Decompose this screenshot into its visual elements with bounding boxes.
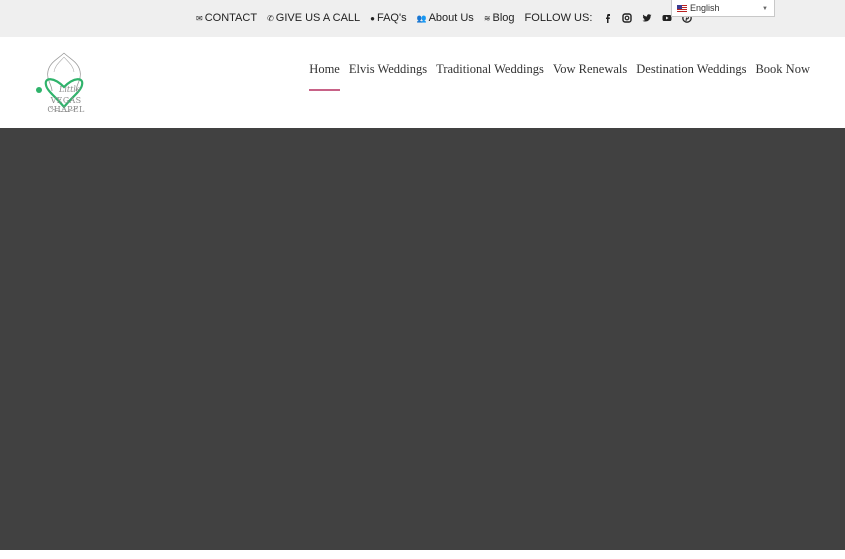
follow-label: FOLLOW US:: [524, 12, 593, 24]
nav-home[interactable]: Home: [309, 62, 340, 91]
about-label: About Us: [428, 12, 474, 24]
twitter-icon[interactable]: [642, 13, 652, 23]
faq-label: FAQ's: [376, 12, 407, 24]
top-bar: ✉ CONTACT ✆ GIVE US A CALL ● FAQ's 👥 Abo…: [0, 0, 845, 37]
language-select[interactable]: English ▼: [671, 0, 775, 17]
nav-destination-weddings[interactable]: Destination Weddings: [636, 62, 746, 77]
phone-icon: ✆: [267, 13, 274, 23]
logo-script: Little: [59, 85, 81, 94]
site-header: VEGAS CHAPEL Little Home Elvis Weddings …: [0, 37, 845, 128]
caret-down-icon: ▼: [762, 6, 768, 12]
hero-banner: [0, 128, 845, 550]
language-label: English: [690, 3, 720, 13]
main-nav: Home Elvis Weddings Traditional Weddings…: [309, 62, 810, 91]
question-icon: ●: [370, 13, 375, 23]
nav-vow-renewals[interactable]: Vow Renewals: [553, 62, 627, 77]
faq-link[interactable]: ● FAQ's: [370, 12, 406, 24]
rss-icon: ≋: [483, 13, 491, 23]
call-label: GIVE US A CALL: [275, 12, 361, 24]
contact-link[interactable]: ✉ CONTACT: [196, 12, 257, 24]
about-link[interactable]: 👥 About Us: [417, 12, 474, 24]
blog-link[interactable]: ≋ Blog: [484, 12, 515, 24]
nav-book-now[interactable]: Book Now: [755, 62, 810, 77]
nav-traditional-weddings[interactable]: Traditional Weddings: [436, 62, 544, 77]
instagram-icon[interactable]: [622, 13, 633, 23]
us-flag-icon: [677, 4, 687, 12]
site-logo[interactable]: VEGAS CHAPEL Little: [28, 47, 100, 119]
bottom-strip: [0, 550, 845, 559]
envelope-icon: ✉: [196, 13, 203, 23]
blog-label: Blog: [492, 12, 515, 24]
contact-label: CONTACT: [204, 12, 258, 24]
call-link[interactable]: ✆ GIVE US A CALL: [267, 12, 360, 24]
users-icon: 👥: [416, 13, 427, 23]
top-links: ✉ CONTACT ✆ GIVE US A CALL ● FAQ's 👥 Abo…: [196, 11, 702, 25]
nav-elvis-weddings[interactable]: Elvis Weddings: [349, 62, 427, 77]
facebook-icon[interactable]: [602, 13, 612, 23]
logo-text: VEGAS CHAPEL: [47, 96, 85, 114]
